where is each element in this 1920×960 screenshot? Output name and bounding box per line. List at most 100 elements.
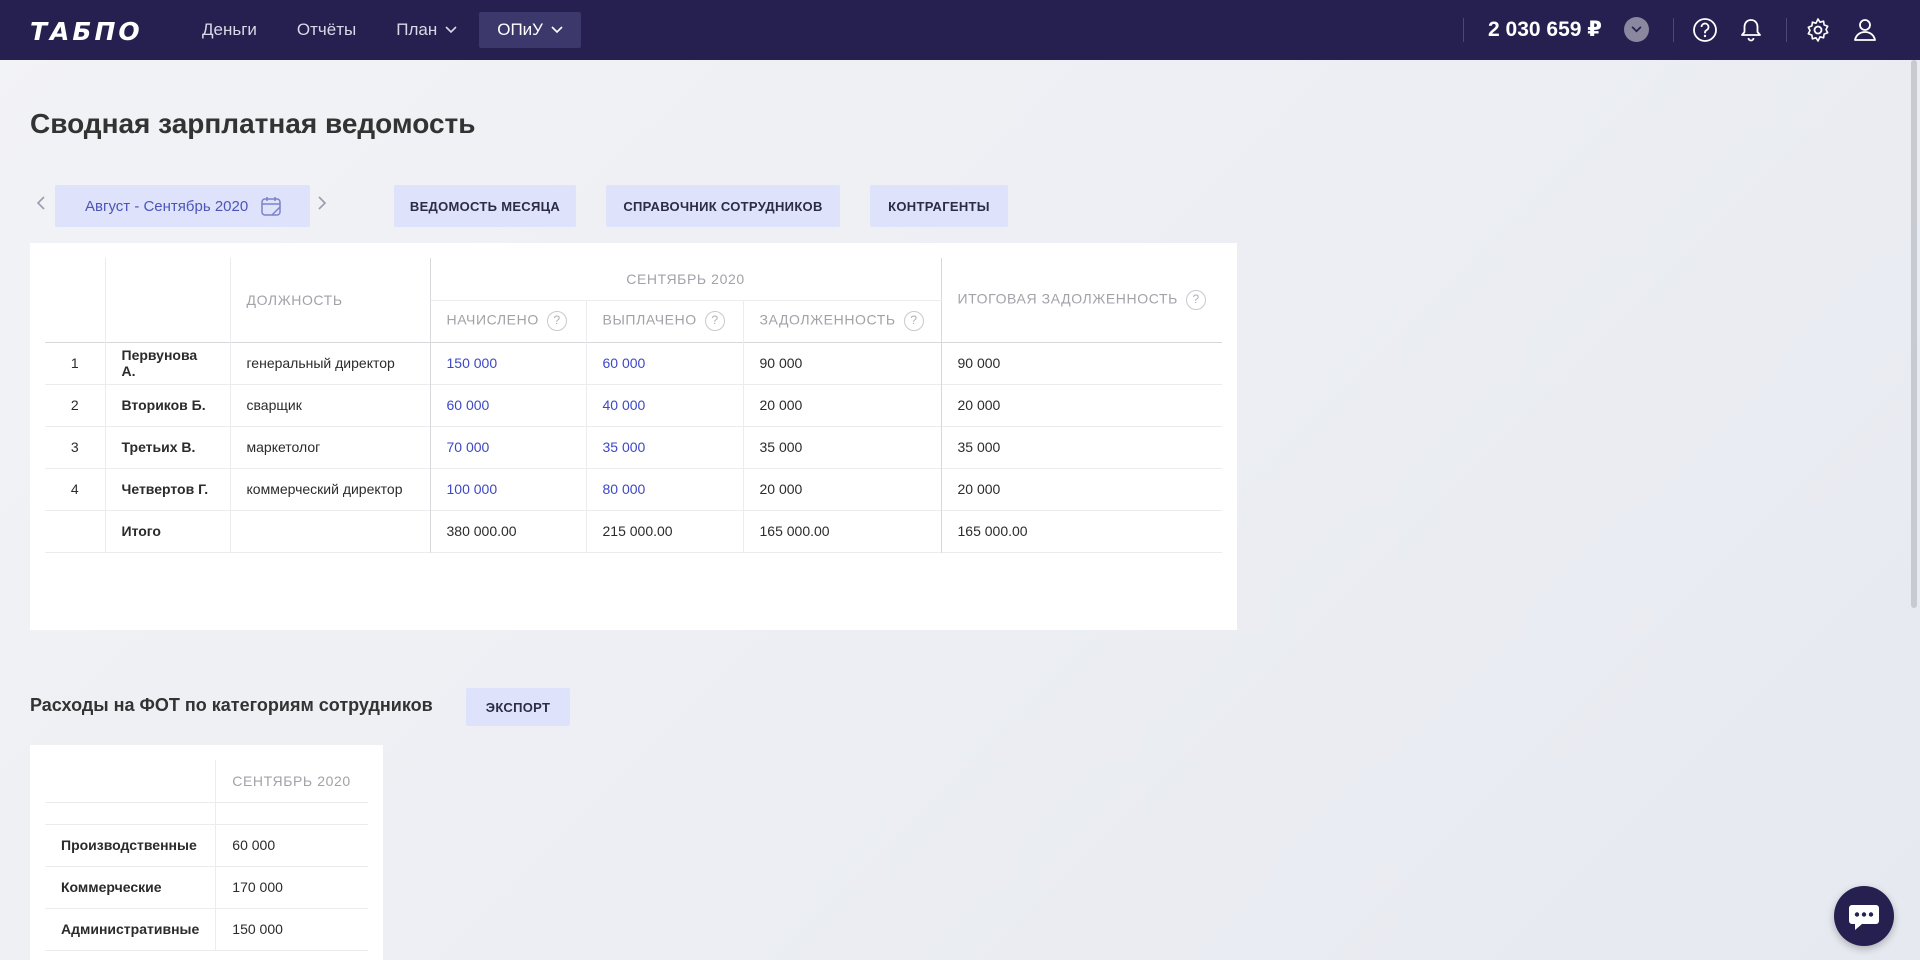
nav-item-pnl[interactable]: ОПиУ (479, 12, 581, 48)
calendar-icon (261, 197, 281, 216)
scrollbar-thumb[interactable] (1911, 60, 1917, 608)
divider (1673, 18, 1674, 42)
top-navigation-bar: ТАБПО Деньги Отчёты План ОПиУ 2 030 659 … (0, 0, 1920, 60)
paid-amount-link[interactable]: 60 000 (586, 342, 744, 384)
accrued-amount-link[interactable]: 70 000 (430, 426, 587, 468)
export-button[interactable]: ЭКСПОРТ (466, 688, 570, 726)
accrued-amount-link[interactable]: 60 000 (430, 384, 587, 426)
row-number: 3 (45, 426, 106, 468)
debt-amount: 20 000 (743, 468, 942, 510)
table-row: 4 Четвертов Г. коммерческий директор 100… (45, 468, 1222, 510)
total-position (230, 510, 431, 552)
total-debt-amount: 90 000 (957, 355, 1001, 371)
paid-amount-link[interactable]: 40 000 (586, 384, 744, 426)
header-fot-month: СЕНТЯБРЬ 2020 (232, 772, 351, 789)
counterparties-button[interactable]: КОНТРАГЕНТЫ (870, 185, 1008, 227)
total-debt-amount: 20 000 (957, 397, 1001, 413)
chat-button[interactable] (1834, 886, 1894, 946)
header-num (45, 258, 106, 342)
period-picker[interactable]: Август - Сентябрь 2020 (55, 185, 310, 227)
period-label: Август - Сентябрь 2020 (85, 197, 249, 215)
header-total-debt: ИТОГОВАЯ ЗАДОЛЖЕННОСТЬ? (941, 258, 1222, 342)
employee-name: Четвертов Г. (105, 468, 231, 510)
employee-position: генеральный директор (230, 342, 431, 384)
header-position: ДОЛЖНОСТЬ (230, 258, 431, 342)
nav-label: План (396, 20, 438, 39)
table-row: Административные 150 000 (45, 908, 368, 950)
fot-table-body: Производственные 60 000 Коммерческие 170… (45, 824, 368, 950)
header-spacer (216, 802, 368, 824)
fot-value: 170 000 (232, 879, 283, 895)
accrued-amount-link[interactable]: 150 000 (430, 342, 587, 384)
question-circle-icon[interactable]: ? (1185, 289, 1206, 310)
paid-amount-link[interactable]: 80 000 (586, 468, 744, 510)
chevron-down-icon (1631, 26, 1642, 33)
nav-label: Деньги (202, 20, 257, 39)
employee-name: Первунова А. (105, 342, 231, 384)
nav-label: ОПиУ (497, 20, 543, 39)
paid-amount-link[interactable]: 35 000 (586, 426, 744, 468)
fot-category: Коммерческие (45, 866, 217, 908)
fot-value: 60 000 (232, 837, 276, 853)
row-number: 2 (45, 384, 106, 426)
bell-icon[interactable] (1736, 15, 1766, 45)
table-row: 1 Первунова А. генеральный директор 150 … (45, 342, 1222, 384)
header-month: СЕНТЯБРЬ 2020 (430, 258, 942, 301)
debt-amount: 20 000 (743, 384, 942, 426)
nav-item-plan[interactable]: План (378, 12, 475, 48)
debt-amount: 90 000 (743, 342, 942, 384)
salary-table: ДОЛЖНОСТЬ СЕНТЯБРЬ 2020 ИТОГОВАЯ ЗАДОЛЖЕ… (45, 258, 1222, 553)
fot-table: СЕНТЯБРЬ 2020 Производственные 60 000 Ко… (45, 760, 368, 951)
question-circle-icon[interactable]: ? (704, 311, 725, 331)
section-title-fot: Расходы на ФОТ по категориям сотрудников (30, 695, 433, 715)
header-paid: ВЫПЛАЧЕНО? (586, 300, 744, 342)
total-paid: 215 000.00 (586, 510, 744, 552)
month-sheet-button[interactable]: ВЕДОМОСТЬ МЕСЯЦА (394, 185, 576, 227)
employee-position: маркетолог (230, 426, 431, 468)
header-spacer (45, 802, 217, 824)
header-label: НАЧИСЛЕНО (446, 311, 539, 328)
fot-category: Административные (45, 908, 217, 950)
chevron-left-icon[interactable] (36, 194, 45, 215)
chat-icon (1849, 905, 1879, 930)
total-debt: 165 000.00 (743, 510, 942, 552)
employees-directory-button[interactable]: СПРАВОЧНИК СОТРУДНИКОВ (606, 185, 840, 227)
question-circle-icon[interactable]: ? (546, 311, 567, 331)
chevron-down-icon (551, 26, 563, 34)
fot-table-card: СЕНТЯБРЬ 2020 Производственные 60 000 Ко… (30, 745, 383, 960)
user-icon[interactable] (1850, 15, 1880, 45)
header-label: ВЫПЛАЧЕНО (602, 311, 697, 328)
question-circle-icon[interactable]: ? (903, 311, 924, 331)
total-debt-amount: 35 000 (957, 439, 1001, 455)
header-label: ЗАДОЛЖЕННОСТЬ (759, 311, 896, 328)
app-logo[interactable]: ТАБПО (30, 17, 143, 46)
nav-item-money[interactable]: Деньги (184, 12, 275, 48)
table-row: 3 Третьих В. маркетолог 70 000 35 000 35… (45, 426, 1222, 468)
employee-position: коммерческий директор (230, 468, 431, 510)
table-row: Коммерческие 170 000 (45, 866, 368, 908)
table-row: Производственные 60 000 (45, 824, 368, 866)
total-debt-amount: 20 000 (957, 481, 1001, 497)
row-number (45, 510, 106, 552)
employee-name: Третьих В. (105, 426, 231, 468)
header-name (105, 258, 231, 342)
nav-item-reports[interactable]: Отчёты (279, 12, 374, 48)
chevron-right-icon[interactable] (318, 194, 327, 215)
header-label: ИТОГОВАЯ ЗАДОЛЖЕННОСТЬ (957, 290, 1178, 307)
nav-label: Отчёты (296, 20, 357, 39)
gear-icon[interactable] (1803, 15, 1833, 45)
fot-value: 150 000 (232, 921, 283, 937)
salary-table-card: ДОЛЖНОСТЬ СЕНТЯБРЬ 2020 ИТОГОВАЯ ЗАДОЛЖЕ… (30, 243, 1237, 630)
balance-dropdown-button[interactable] (1624, 17, 1649, 42)
header-accrued: НАЧИСЛЕНО? (430, 300, 587, 342)
row-number: 1 (45, 342, 106, 384)
chevron-down-icon (445, 26, 457, 34)
divider (1463, 18, 1464, 42)
total-accrued: 380 000.00 (430, 510, 587, 552)
table-row: 2 Вториков Б. сварщик 60 000 40 000 20 0… (45, 384, 1222, 426)
total-label: Итого (105, 510, 231, 552)
accrued-amount-link[interactable]: 100 000 (430, 468, 587, 510)
employee-position: сварщик (230, 384, 431, 426)
question-circle-icon[interactable] (1690, 15, 1720, 45)
fot-category: Производственные (45, 824, 217, 866)
